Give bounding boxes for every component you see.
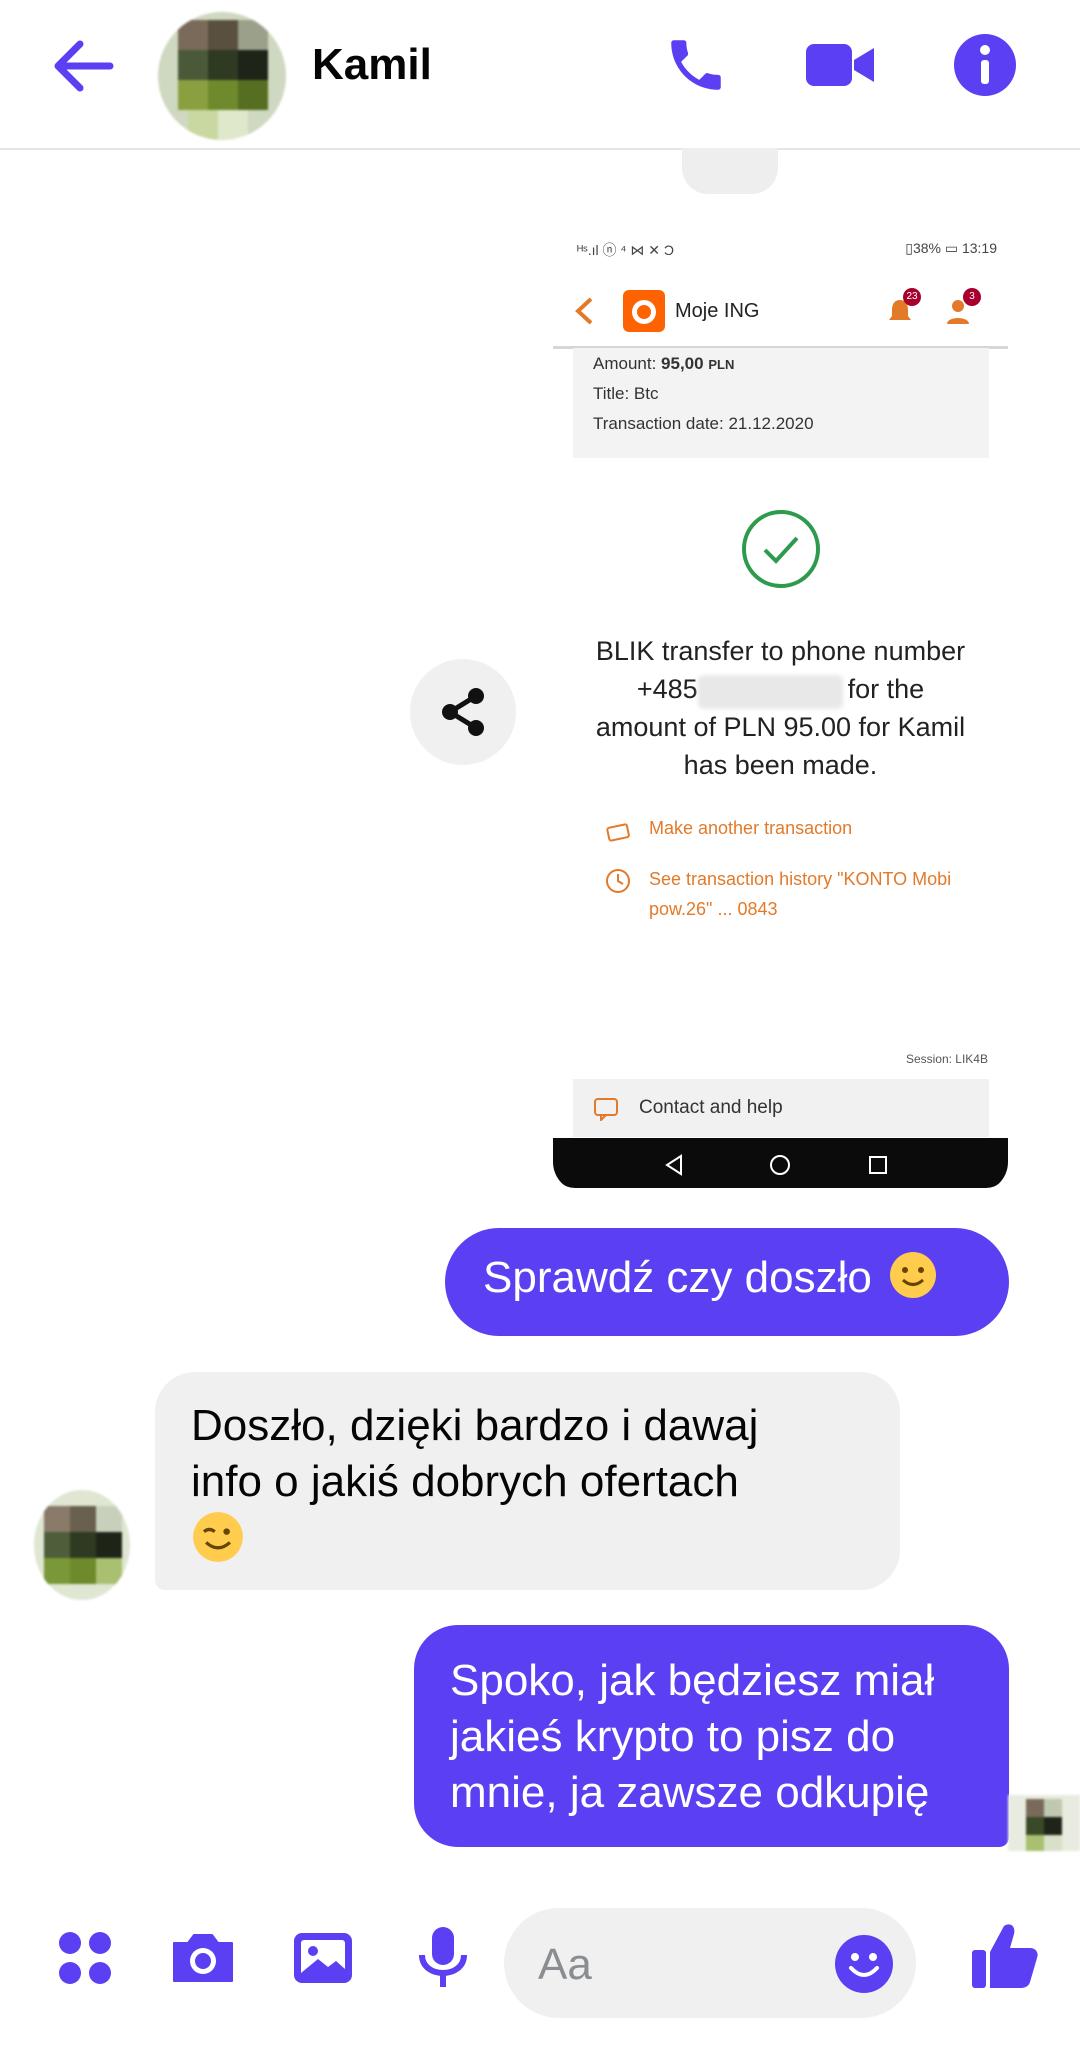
ing-lion-logo-icon bbox=[623, 290, 665, 332]
contact-name[interactable]: Kamil bbox=[312, 40, 432, 90]
message-text-line-3: mnie, ja zawsze odkupię bbox=[450, 1768, 930, 1817]
message-input[interactable]: Aa bbox=[504, 1908, 916, 2018]
chat-header: Kamil bbox=[0, 0, 1080, 150]
amount-row: Amount: 95,00 PLN bbox=[593, 354, 734, 374]
share-button[interactable] bbox=[410, 659, 516, 765]
outgoing-message[interactable]: Sprawdź czy doszło bbox=[445, 1228, 1009, 1336]
gallery-icon[interactable] bbox=[290, 1925, 356, 1991]
microphone-icon[interactable] bbox=[410, 1925, 476, 1991]
bank-app-title: Moje ING bbox=[675, 300, 760, 322]
previous-message-stub bbox=[682, 148, 778, 194]
amount-value: 95,00 bbox=[661, 354, 704, 373]
wink-emoji-icon bbox=[191, 1510, 864, 1578]
apps-icon[interactable] bbox=[52, 1925, 118, 1991]
contact-avatar[interactable] bbox=[158, 12, 286, 140]
message-text-line-1: Spoko, jak będziesz miał bbox=[450, 1656, 935, 1705]
contact-avatar-small[interactable] bbox=[34, 1490, 130, 1600]
phone-icon[interactable] bbox=[663, 32, 729, 98]
clock-icon bbox=[605, 868, 631, 899]
confirmation-line-1: BLIK transfer to phone number bbox=[595, 636, 966, 666]
incoming-message[interactable]: Doszło, dzięki bardzo i dawaj info o jak… bbox=[155, 1372, 900, 1590]
confirmation-line-2-end: for the bbox=[847, 674, 925, 704]
chevron-left-icon bbox=[573, 296, 595, 331]
amount-currency: PLN bbox=[708, 357, 735, 372]
message-text-line-1: Doszło, dzięki bardzo i dawaj bbox=[191, 1401, 759, 1450]
status-left: ᴴˢ.ıl ⓝ ⁴ ⋈ ✕ Ɔ bbox=[577, 242, 674, 258]
message-text: Sprawdź czy doszło bbox=[483, 1253, 872, 1302]
info-icon[interactable] bbox=[952, 32, 1018, 98]
make-another-transaction-link: Make another transaction bbox=[649, 818, 853, 838]
notification-badge: 23 bbox=[903, 288, 921, 306]
phone-status-bar: ᴴˢ.ıl ⓝ ⁴ ⋈ ✕ Ɔ ▯38% ▭ 13:19 bbox=[577, 240, 997, 264]
message-text-line-2: info o jakiś dobrych ofertach bbox=[191, 1457, 739, 1506]
transaction-history-link: See transaction history "KONTO Mobi pow.… bbox=[649, 864, 951, 924]
shared-screenshot[interactable]: ᴴˢ.ıl ⓝ ⁴ ⋈ ✕ Ɔ ▯38% ▭ 13:19 Moje ING 23… bbox=[553, 228, 1008, 1188]
session-id: Session: LIK4B bbox=[905, 1052, 988, 1066]
android-nav-bar bbox=[553, 1138, 1008, 1188]
slight-smile-emoji-icon bbox=[888, 1250, 938, 1300]
contact-help-row: Contact and help bbox=[573, 1079, 989, 1137]
message-badge: 3 bbox=[963, 288, 981, 306]
amount-label: Amount: bbox=[593, 354, 657, 373]
transaction-details: Amount: 95,00 PLN Title: Btc Transaction… bbox=[573, 348, 989, 458]
message-text-line-2: jakieś krypto to pisz do bbox=[450, 1712, 896, 1761]
help-chat-icon bbox=[593, 1097, 619, 1126]
status-right: ▯38% ▭ 13:19 bbox=[905, 240, 997, 256]
history-link-line-1: See transaction history "KONTO Mobi bbox=[649, 869, 952, 889]
contact-help-label: Contact and help bbox=[639, 1097, 783, 1118]
date-row: Transaction date: 21.12.2020 bbox=[593, 414, 814, 433]
camera-icon[interactable] bbox=[170, 1925, 236, 1991]
thumbs-up-icon[interactable] bbox=[970, 1920, 1040, 1992]
video-icon[interactable] bbox=[804, 32, 876, 98]
redacted-phone-number bbox=[698, 675, 843, 709]
transfer-icon bbox=[605, 820, 633, 849]
outgoing-message[interactable]: Spoko, jak będziesz miał jakieś krypto t… bbox=[414, 1625, 1009, 1847]
history-link-line-2: pow.26" ... 0843 bbox=[649, 899, 778, 919]
confirmation-line-3: amount of PLN 95.00 for Kamil bbox=[595, 712, 966, 742]
phone-prefix: +485 bbox=[636, 674, 698, 704]
success-check-icon bbox=[740, 508, 822, 595]
back-arrow-icon[interactable] bbox=[50, 36, 120, 96]
bank-app-bar: Moje ING 23 3 bbox=[553, 278, 1008, 349]
message-composer: Aa bbox=[0, 1880, 1080, 2060]
message-input-placeholder: Aa bbox=[538, 1940, 592, 1989]
seen-receipt-avatar bbox=[1008, 1795, 1080, 1851]
title-row: Title: Btc bbox=[593, 384, 659, 403]
confirmation-line-4: has been made. bbox=[683, 750, 878, 780]
emoji-icon[interactable] bbox=[834, 1934, 894, 1994]
